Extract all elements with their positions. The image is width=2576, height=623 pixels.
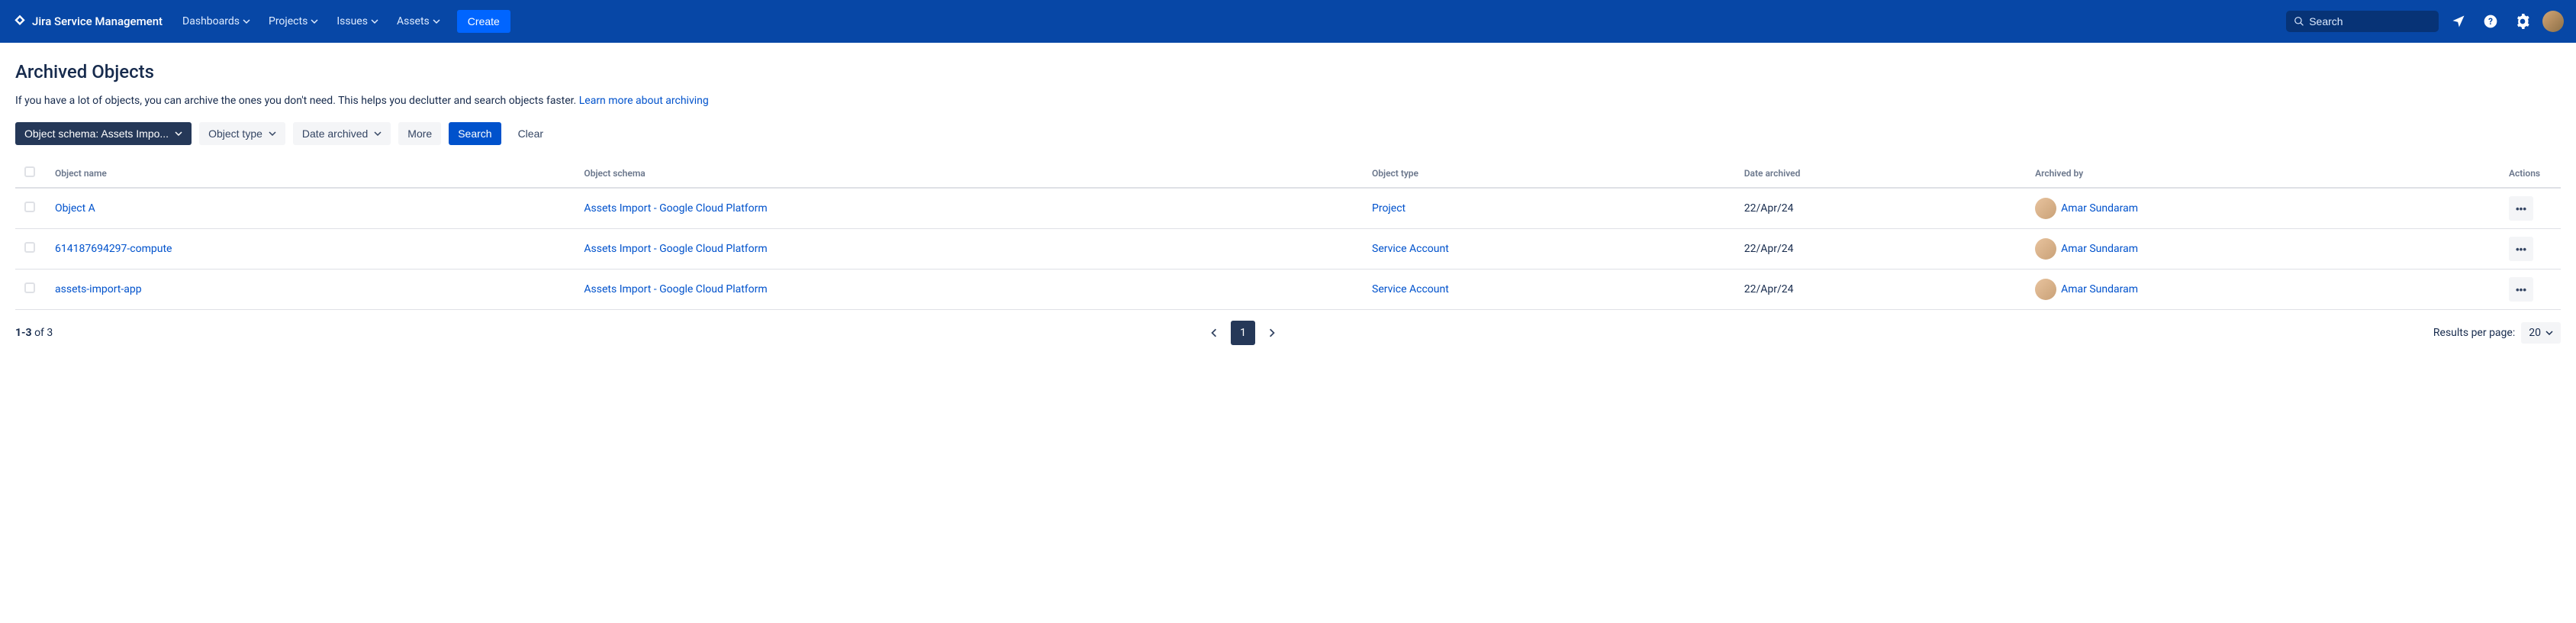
date-cell: 22/Apr/24 xyxy=(1735,270,2026,310)
settings-icon[interactable] xyxy=(2510,9,2535,34)
object-name-link[interactable]: assets-import-app xyxy=(55,283,142,295)
chevron-down-icon xyxy=(433,18,440,25)
page-info: 1-3 of 3 xyxy=(15,327,53,339)
chevron-left-icon xyxy=(1209,328,1219,337)
filter-date-archived[interactable]: Date archived xyxy=(293,122,391,145)
global-search[interactable] xyxy=(2286,11,2439,32)
row-checkbox[interactable] xyxy=(24,202,35,212)
search-button[interactable]: Search xyxy=(449,122,501,145)
page-description: If you have a lot of objects, you can ar… xyxy=(15,95,2561,107)
row-checkbox[interactable] xyxy=(24,282,35,293)
nav-dashboards[interactable]: Dashboards xyxy=(175,9,258,34)
page-title: Archived Objects xyxy=(15,61,2561,82)
date-cell: 22/Apr/24 xyxy=(1735,188,2026,229)
row-actions-button[interactable]: ••• xyxy=(2509,237,2533,261)
chevron-down-icon xyxy=(371,18,378,25)
pagination: 1-3 of 3 1 Results per page: 20 xyxy=(15,310,2561,356)
learn-more-link[interactable]: Learn more about archiving xyxy=(579,95,709,107)
object-type-link[interactable]: Service Account xyxy=(1372,243,1449,255)
page-content: Archived Objects If you have a lot of ob… xyxy=(0,43,2576,374)
archiver-link[interactable]: Amar Sundaram xyxy=(2061,283,2138,295)
archiver-avatar xyxy=(2035,279,2056,300)
row-actions-button[interactable]: ••• xyxy=(2509,196,2533,221)
search-icon xyxy=(2294,15,2304,27)
col-object-type: Object type xyxy=(1363,159,1735,188)
archiver-link[interactable]: Amar Sundaram xyxy=(2061,202,2138,215)
row-checkbox[interactable] xyxy=(24,242,35,253)
object-type-link[interactable]: Project xyxy=(1372,202,1406,215)
object-schema-link[interactable]: Assets Import - Google Cloud Platform xyxy=(584,283,767,295)
nav-assets[interactable]: Assets xyxy=(389,9,448,34)
col-object-schema: Object schema xyxy=(575,159,1363,188)
table-row: assets-import-app Assets Import - Google… xyxy=(15,270,2561,310)
object-schema-link[interactable]: Assets Import - Google Cloud Platform xyxy=(584,202,767,215)
archiver-avatar xyxy=(2035,198,2056,219)
results-per-page: Results per page: 20 xyxy=(2433,322,2561,344)
object-type-link[interactable]: Service Account xyxy=(1372,283,1449,295)
nav-links: Dashboards Projects Issues Assets Create xyxy=(175,9,510,34)
object-name-link[interactable]: 614187694297-compute xyxy=(55,243,172,255)
user-avatar[interactable] xyxy=(2542,11,2564,32)
prev-page-button[interactable] xyxy=(1202,321,1226,345)
nav-issues[interactable]: Issues xyxy=(329,9,386,34)
page-1-button[interactable]: 1 xyxy=(1231,321,1255,345)
chevron-down-icon xyxy=(374,130,382,137)
filter-bar: Object schema: Assets Impo... Object typ… xyxy=(15,122,2561,145)
objects-table: Object name Object schema Object type Da… xyxy=(15,159,2561,310)
col-date-archived: Date archived xyxy=(1735,159,2026,188)
page-controls: 1 xyxy=(1202,321,1284,345)
col-archived-by: Archived by xyxy=(2026,159,2500,188)
product-name: Jira Service Management xyxy=(32,15,163,28)
date-cell: 22/Apr/24 xyxy=(1735,229,2026,270)
chevron-down-icon xyxy=(2545,329,2553,337)
next-page-button[interactable] xyxy=(1260,321,1284,345)
help-icon[interactable]: ? xyxy=(2478,9,2503,34)
archiver-link[interactable]: Amar Sundaram xyxy=(2061,243,2138,255)
results-per-page-select[interactable]: 20 xyxy=(2521,322,2561,344)
chevron-down-icon xyxy=(243,18,250,25)
table-row: 614187694297-compute Assets Import - Goo… xyxy=(15,229,2561,270)
chevron-right-icon xyxy=(1267,328,1277,337)
chevron-down-icon xyxy=(269,130,276,137)
product-logo[interactable]: Jira Service Management xyxy=(12,14,163,29)
nav-right: ? xyxy=(2286,9,2564,34)
create-button[interactable]: Create xyxy=(457,10,510,33)
col-actions: Actions xyxy=(2500,159,2561,188)
filter-more[interactable]: More xyxy=(398,122,441,145)
chevron-down-icon xyxy=(175,130,182,137)
notifications-icon[interactable] xyxy=(2446,9,2471,34)
clear-button[interactable]: Clear xyxy=(509,122,552,145)
select-all-checkbox[interactable] xyxy=(24,166,35,177)
table-row: Object A Assets Import - Google Cloud Pl… xyxy=(15,188,2561,229)
object-name-link[interactable]: Object A xyxy=(55,202,95,215)
jira-icon xyxy=(12,14,27,29)
archiver-avatar xyxy=(2035,238,2056,260)
row-actions-button[interactable]: ••• xyxy=(2509,277,2533,302)
svg-text:?: ? xyxy=(2488,16,2493,27)
filter-object-type[interactable]: Object type xyxy=(199,122,285,145)
nav-projects[interactable]: Projects xyxy=(261,9,326,34)
chevron-down-icon xyxy=(311,18,318,25)
top-navigation: Jira Service Management Dashboards Proje… xyxy=(0,0,2576,43)
filter-object-schema[interactable]: Object schema: Assets Impo... xyxy=(15,122,192,145)
search-input[interactable] xyxy=(2309,15,2431,27)
col-object-name: Object name xyxy=(46,159,575,188)
object-schema-link[interactable]: Assets Import - Google Cloud Platform xyxy=(584,243,767,255)
